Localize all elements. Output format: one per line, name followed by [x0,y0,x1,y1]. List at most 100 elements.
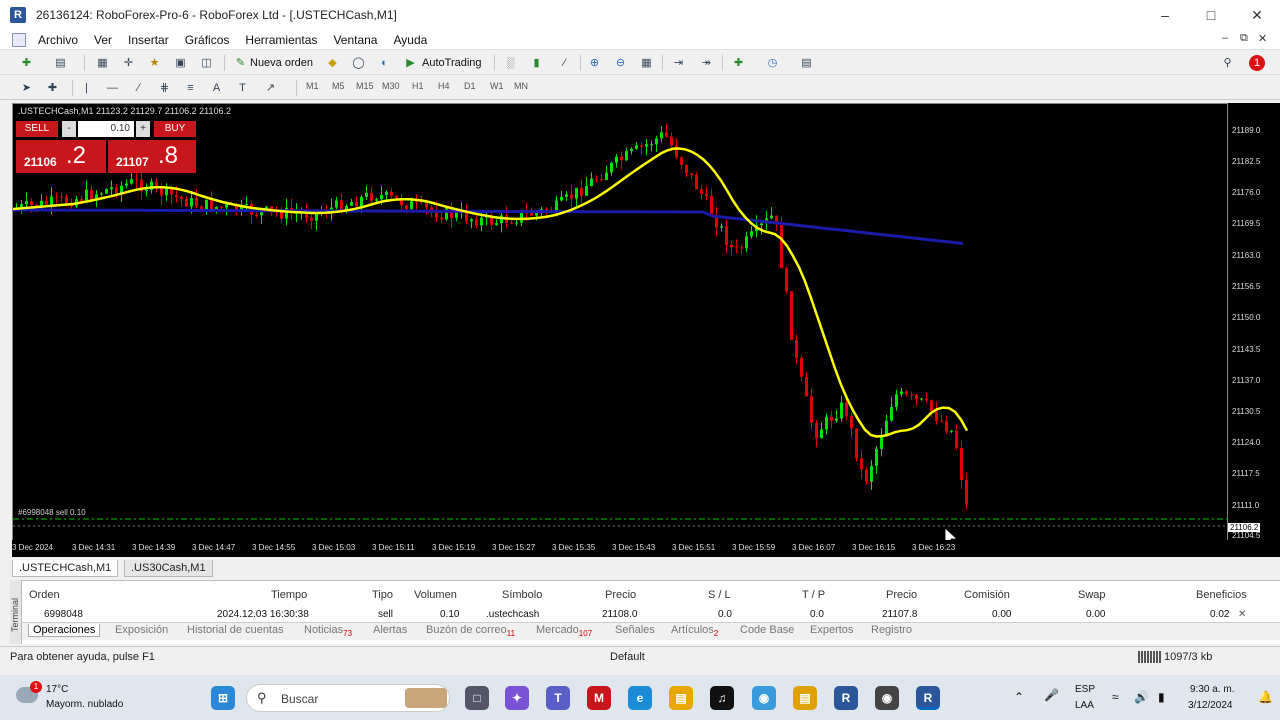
signals-icon[interactable]: ◯ [350,55,367,71]
menu-ayuda[interactable]: Ayuda [385,33,435,47]
candlestick-icon[interactable]: ▮ [528,55,545,71]
new-chart-icon[interactable]: ✚ [18,55,35,71]
text-label-icon[interactable]: T [234,80,251,96]
lot-increase-button[interactable]: + [136,121,150,137]
terminal-tab-code-base[interactable]: Code Base [740,624,794,636]
terminal-tab-expertos[interactable]: Expertos [810,624,853,636]
col-tiempo[interactable]: Tiempo [271,589,307,601]
menu-insertar[interactable]: Insertar [120,33,177,47]
chart-shift-icon[interactable]: ⇥ [670,55,687,71]
clock-date[interactable]: 3/12/2024 [1188,700,1233,711]
col-orden[interactable]: Orden [29,589,60,601]
wifi-icon[interactable]: ≈ [1112,690,1119,704]
crosshair-icon[interactable]: ✚ [44,80,61,96]
buy-button[interactable]: BUY [154,121,196,137]
metatrader-active-icon[interactable]: R [916,686,940,710]
mdi-restore-icon[interactable]: ⧉ [1240,32,1248,45]
copilot-icon[interactable]: ✦ [505,686,529,710]
fibonacci-icon[interactable]: ≡ [182,80,199,96]
periods-icon[interactable]: ◷ [764,55,781,71]
weather-temp[interactable]: 17°C [46,684,68,695]
chart-window-icon[interactable] [12,32,26,47]
chart-tab-us30cash[interactable]: .US30Cash,M1 [124,560,213,577]
market-watch-icon[interactable]: ▦ [94,55,111,71]
menu-graficos[interactable]: Gráficos [177,33,238,47]
strategy-tester-icon[interactable]: ◫ [198,55,215,71]
templates-icon[interactable]: ▤ [798,55,815,71]
chart-tab-ustechcash[interactable]: .USTECHCash,M1 [12,560,119,577]
files-icon[interactable]: ▤ [793,686,817,710]
col-beneficios[interactable]: Beneficios [1196,589,1247,601]
timeframe-m15[interactable]: M15 [356,81,374,91]
new-order-icon[interactable]: ✎ [232,55,249,71]
terminal-side-label[interactable]: Terminal [10,580,22,644]
zoom-in-icon[interactable]: ⊕ [586,55,603,71]
teams-icon[interactable]: T [546,686,570,710]
cursor-icon[interactable]: ➤ [18,80,35,96]
language-code[interactable]: ESP [1075,684,1095,695]
autotrading-icon[interactable]: ▶ [402,55,419,71]
language-region[interactable]: LAA [1075,700,1094,711]
terminal-tab-operaciones[interactable]: Operaciones [28,624,101,637]
col-sl[interactable]: S / L [708,589,731,601]
bar-chart-icon[interactable]: ░ [502,55,519,71]
microphone-icon[interactable]: 🎤 [1044,688,1059,702]
terminal-tab-exposicion[interactable]: Exposición [115,624,168,636]
mcafee-icon[interactable]: M [587,686,611,710]
timeframe-m1[interactable]: M1 [306,81,319,91]
data-window-icon[interactable]: ✛ [120,55,137,71]
windows-start-icon[interactable]: ⊞ [211,686,235,710]
clock-time[interactable]: 9:30 a. m. [1190,684,1234,695]
indicators-icon[interactable]: ✚ [730,55,747,71]
edge-icon[interactable]: e [628,686,652,710]
sell-price-box[interactable]: 21106 .2 [16,140,106,173]
terminal-tab-alertas[interactable]: Alertas [373,624,407,636]
col-precio[interactable]: Precio [605,589,636,601]
time-axis[interactable]: 3 Dec 2024 3 Dec 14:31 3 Dec 14:39 3 Dec… [12,540,1228,557]
lot-size-input[interactable]: 0.10 [78,121,134,137]
menu-ver[interactable]: Ver [86,33,120,47]
terminal-tab-buzon[interactable]: Buzón de correo11 [426,624,515,638]
timeframe-m5[interactable]: M5 [332,81,345,91]
col-simbolo[interactable]: Símbolo [502,589,542,601]
market-icon[interactable]: ◐ [376,55,393,71]
notification-bell-icon[interactable]: 🔔 [1258,690,1273,704]
menu-herramientas[interactable]: Herramientas [237,33,325,47]
navigator-icon[interactable]: ★ [146,55,163,71]
timeframe-h4[interactable]: H4 [438,81,450,91]
col-swap[interactable]: Swap [1078,589,1106,601]
terminal-tab-historial[interactable]: Historial de cuentas [187,624,284,636]
close-button[interactable]: ✕ [1234,0,1280,30]
col-comision[interactable]: Comisión [964,589,1010,601]
autotrading-button[interactable]: AutoTrading [422,55,482,71]
sell-button[interactable]: SELL [16,121,58,137]
mdi-minimize-icon[interactable]: – [1222,32,1228,44]
trendline-icon[interactable]: ∕ [130,80,147,96]
file-explorer-icon[interactable]: ▤ [669,686,693,710]
search-icon[interactable]: ⚲ [1219,55,1236,71]
timeframe-m30[interactable]: M30 [382,81,400,91]
tiktok-icon[interactable]: ♫ [710,686,734,710]
col-tipo[interactable]: Tipo [372,589,393,601]
task-view-icon[interactable]: □ [465,686,489,710]
col-tp[interactable]: T / P [802,589,825,601]
terminal-tab-articulos[interactable]: Artículos2 [671,624,718,638]
notifications-badge[interactable]: 1 [1249,55,1265,71]
tray-chevron-icon[interactable]: ⌃ [1014,690,1024,704]
col-volumen[interactable]: Volumen [414,589,457,601]
timeframe-mn[interactable]: MN [514,81,528,91]
profiles-icon[interactable]: ▤ [52,55,69,71]
terminal-tab-mercado[interactable]: Mercado107 [536,624,592,638]
status-profile[interactable]: Default [610,651,645,663]
mdi-close-icon[interactable]: ✕ [1258,32,1267,45]
line-chart-icon[interactable]: ∕ [556,55,573,71]
text-icon[interactable]: A [208,80,225,96]
terminal-tab-noticias[interactable]: Noticias73 [304,624,352,638]
maximize-button[interactable]: □ [1188,0,1234,30]
arrows-icon[interactable]: ↗ [262,80,279,96]
taskbar-search[interactable]: ⚲ Buscar [246,684,450,712]
terminal-icon[interactable]: ▣ [172,55,189,71]
price-axis[interactable]: 21189.0 21182.5 21176.0 21169.5 21163.0 … [1228,103,1280,557]
terminal-tab-senales[interactable]: Señales [615,624,655,636]
col-precio-actual[interactable]: Precio [886,589,917,601]
